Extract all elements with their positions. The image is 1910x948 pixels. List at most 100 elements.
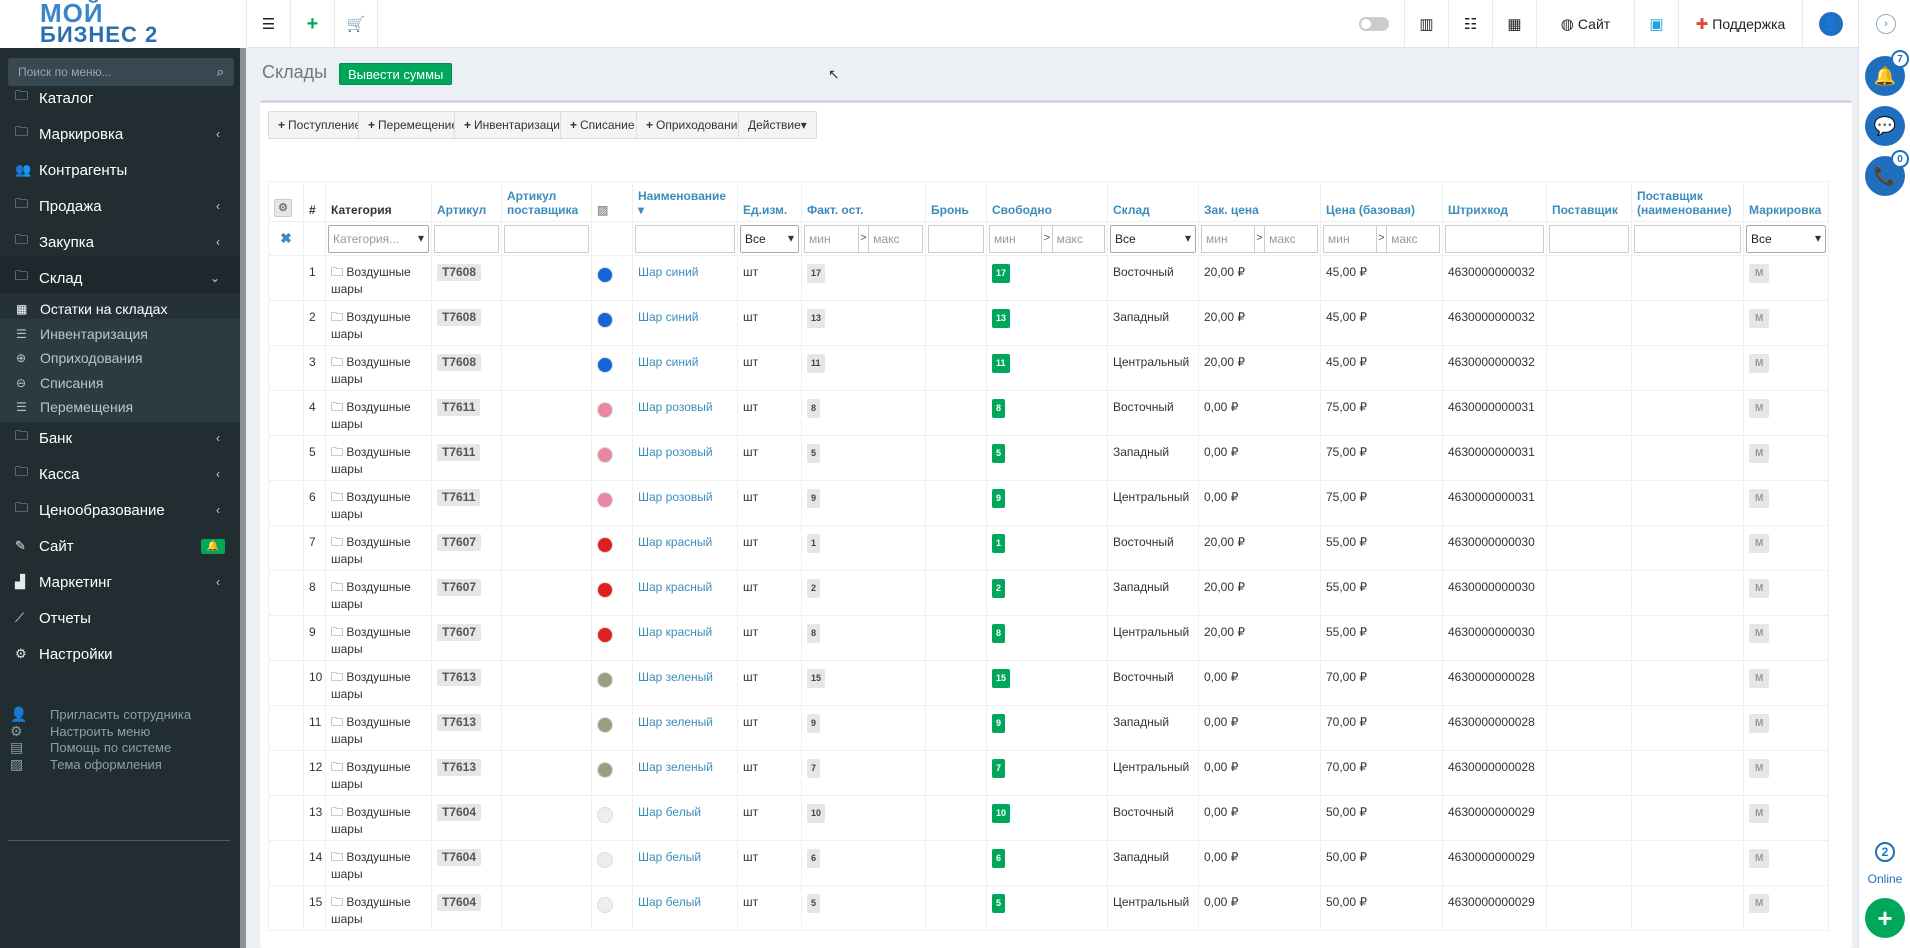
row-name-link[interactable]: Шар красный (638, 580, 712, 594)
col-reserve[interactable]: Бронь (925, 181, 987, 222)
col-supplier-name[interactable]: Поставщик (наименование) (1631, 181, 1744, 222)
col-name[interactable]: Наименование ▾ (632, 181, 738, 222)
purchase-max-filter[interactable]: макс (1264, 224, 1318, 253)
product-thumbnail[interactable] (597, 897, 613, 913)
product-thumbnail[interactable] (597, 852, 613, 868)
table-row[interactable]: 7 🗀 Воздушные шары T7607 Шар красный шт 1 1 Вос… (268, 525, 1829, 571)
sidebar-footer-link-2[interactable]: ▤ Помощь по системе (10, 739, 171, 756)
table-row[interactable]: 8 🗀 Воздушные шары T7607 Шар красный шт 2 2 Зап… (268, 570, 1829, 616)
cart-button[interactable]: 🛒 (334, 0, 378, 48)
table-row[interactable]: 10 🗀 Воздушные шары T7613 Шар зеленый шт 15 15… (268, 660, 1829, 706)
calendar-button[interactable]: ▦ (1492, 0, 1536, 48)
menu-toggle-button[interactable]: ☰ (246, 0, 290, 48)
product-thumbnail[interactable] (597, 582, 613, 598)
action-dropdown-button[interactable]: Действие ▾ (738, 111, 817, 139)
col-barcode[interactable]: Штрихкод (1442, 181, 1547, 222)
marking-filter[interactable]: Все (1746, 224, 1826, 253)
row-name-link[interactable]: Шар красный (638, 625, 712, 639)
sidebar-footer-link-3[interactable]: ▨ Тема оформления (10, 756, 162, 773)
base-min-filter[interactable]: мин (1323, 224, 1377, 253)
table-row[interactable]: 5 🗀 Воздушные шары T7611 Шар розовый шт 5 5 Зап… (268, 435, 1829, 481)
list-button[interactable]: ☷ (1448, 0, 1492, 48)
table-row[interactable]: 9 🗀 Воздушные шары T7607 Шар красный шт 8 8 Цен… (268, 615, 1829, 661)
row-name-link[interactable]: Шар розовый (638, 490, 713, 504)
row-name-link[interactable]: Шар розовый (638, 400, 713, 414)
product-thumbnail[interactable] (597, 537, 613, 553)
product-thumbnail[interactable] (597, 357, 613, 373)
col-supplier-article[interactable]: Артикул поставщика (501, 181, 592, 222)
table-row[interactable]: 14 🗀 Воздушные шары T7604 Шар белый шт 6 6 Запа… (268, 840, 1829, 886)
base-max-filter[interactable]: макс (1386, 224, 1440, 253)
table-row[interactable]: 1 🗀 Воздушные шары T7608 Шар синий шт 17 17 Вос… (268, 255, 1829, 301)
show-sums-button[interactable]: Вывести суммы (339, 63, 453, 85)
calls-button[interactable]: 📞 0 (1865, 150, 1909, 196)
row-name-link[interactable]: Шар белый (638, 850, 701, 864)
row-name-link[interactable]: Шар белый (638, 895, 701, 909)
table-row[interactable]: 4 🗀 Воздушные шары T7611 Шар розовый шт 8 8 Вос… (268, 390, 1829, 436)
unit-filter[interactable]: Все (740, 224, 799, 253)
product-thumbnail[interactable] (597, 267, 613, 283)
messages-button[interactable]: 💬 (1865, 106, 1905, 146)
supplier-article-filter[interactable] (504, 224, 589, 253)
row-name-link[interactable]: Шар зеленый (638, 760, 713, 774)
sidebar-item-12[interactable]: ⚙ Настройки (0, 632, 240, 676)
user-avatar-button[interactable]: 👤 (1802, 0, 1858, 48)
product-thumbnail[interactable] (597, 492, 613, 508)
col-supplier[interactable]: Поставщик (1546, 181, 1632, 222)
row-name-link[interactable]: Шар синий (638, 265, 698, 279)
product-thumbnail[interactable] (597, 807, 613, 823)
col-free[interactable]: Свободно (986, 181, 1108, 222)
sidebar-footer-link-1[interactable]: ⚙ Настроить меню (10, 723, 150, 740)
name-filter[interactable] (635, 224, 735, 253)
clear-filters-button[interactable]: ✖ (268, 221, 304, 256)
row-name-link[interactable]: Шар зеленый (638, 715, 713, 729)
product-thumbnail[interactable] (597, 717, 613, 733)
row-name-link[interactable]: Шар зеленый (638, 670, 713, 684)
col-fact[interactable]: Факт. ост. (801, 181, 926, 222)
warehouse-filter[interactable]: Все (1110, 224, 1196, 253)
col-marking[interactable]: Маркировка (1743, 181, 1829, 222)
table-row[interactable]: 12 🗀 Воздушные шары T7613 Шар зеленый шт 7 7 Це… (268, 750, 1829, 796)
col-article[interactable]: Артикул (431, 181, 502, 222)
table-row[interactable]: 2 🗀 Воздушные шары T7608 Шар синий шт 13 13 Зап… (268, 300, 1829, 346)
action-button-3[interactable]: + Списание (560, 111, 645, 139)
col-warehouse[interactable]: Склад (1107, 181, 1199, 222)
barcode-button[interactable]: ▥ (1404, 0, 1448, 48)
supplier-name-filter[interactable] (1634, 224, 1741, 253)
app-logo[interactable]: МОЙ БИЗНЕС 2 (0, 0, 246, 48)
quick-add-button[interactable]: + (1865, 898, 1905, 938)
row-name-link[interactable]: Шар белый (638, 805, 701, 819)
fact-min-filter[interactable]: мин (804, 224, 859, 253)
col-base-price[interactable]: Цена (базовая) (1320, 181, 1443, 222)
row-name-link[interactable]: Шар розовый (638, 445, 713, 459)
table-row[interactable]: 13 🗀 Воздушные шары T7604 Шар белый шт 10 10 Во… (268, 795, 1829, 841)
mobile-app-button[interactable]: ▣ (1634, 0, 1678, 48)
theme-toggle[interactable] (1344, 0, 1404, 48)
free-min-filter[interactable]: мин (989, 224, 1043, 253)
product-thumbnail[interactable] (597, 402, 613, 418)
action-button-0[interactable]: + Поступление (268, 111, 372, 139)
purchase-min-filter[interactable]: мин (1201, 224, 1255, 253)
row-name-link[interactable]: Шар синий (638, 310, 698, 324)
product-thumbnail[interactable] (597, 447, 613, 463)
row-name-link[interactable]: Шар красный (638, 535, 712, 549)
product-thumbnail[interactable] (597, 762, 613, 778)
reserve-filter[interactable] (928, 224, 984, 253)
column-settings[interactable]: ⚙ (268, 181, 304, 222)
table-row[interactable]: 6 🗀 Воздушные шары T7611 Шар розовый шт 9 9 Цен… (268, 480, 1829, 526)
supplier-filter[interactable] (1549, 224, 1629, 253)
col-purchase-price[interactable]: Зак. цена (1198, 181, 1321, 222)
add-button[interactable]: + (290, 0, 334, 48)
col-unit[interactable]: Ед.изм. (737, 181, 802, 222)
notifications-button[interactable]: 🔔 7 (1865, 50, 1909, 96)
table-row[interactable]: 15 🗀 Воздушные шары T7604 Шар белый шт 5 5 Цент… (268, 885, 1829, 931)
barcode-filter[interactable] (1445, 224, 1544, 253)
table-row[interactable]: 11 🗀 Воздушные шары T7613 Шар зеленый шт 9 9 За… (268, 705, 1829, 751)
collapse-rail-button[interactable]: › (1876, 14, 1896, 34)
action-button-4[interactable]: + Оприходование (636, 111, 755, 139)
product-thumbnail[interactable] (597, 312, 613, 328)
product-thumbnail[interactable] (597, 627, 613, 643)
fact-max-filter[interactable]: макс (868, 224, 923, 253)
article-filter[interactable] (434, 224, 499, 253)
support-button[interactable]: ✚ Поддержка (1678, 0, 1802, 48)
